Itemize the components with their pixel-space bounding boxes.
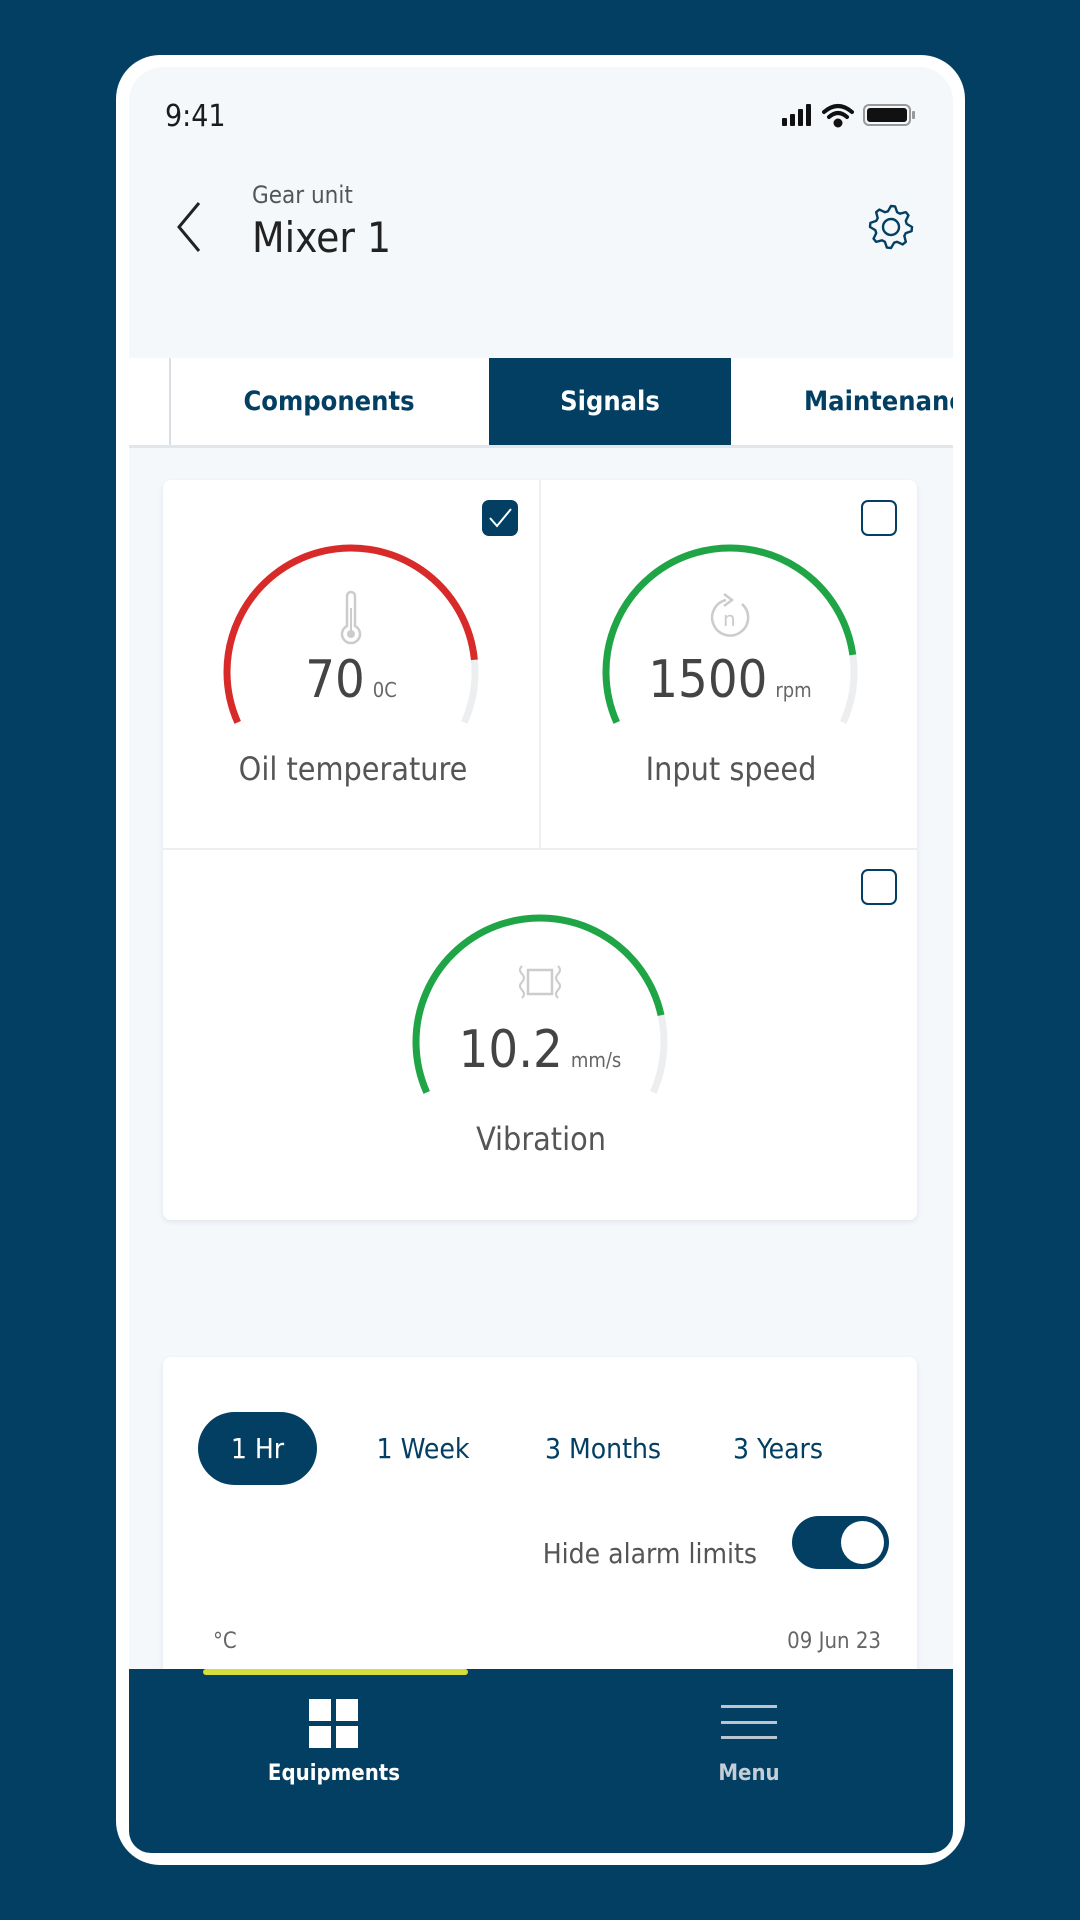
gear-icon[interactable] <box>866 202 916 252</box>
vibration-icon <box>519 965 561 999</box>
signal-unit: 0C <box>372 678 397 702</box>
y-axis-unit: °C <box>213 1629 237 1654</box>
signal-label: Input speed <box>645 750 817 788</box>
signals-card: 70 0C Oil temperature n 1500 rpm Input spe… <box>163 480 917 1220</box>
range-1week-button[interactable]: 1 Week <box>368 1412 478 1485</box>
range-3years-button[interactable]: 3 Years <box>718 1412 838 1485</box>
tab-components[interactable]: Components <box>171 358 487 445</box>
wifi-icon <box>822 104 854 128</box>
signal-label: Oil temperature <box>238 750 468 788</box>
range-1hr-button[interactable]: 1 Hr <box>198 1412 317 1485</box>
hide-alarm-toggle[interactable] <box>792 1516 889 1569</box>
tab-maintenance[interactable]: Maintenance <box>732 358 953 445</box>
signal-icon <box>782 104 811 126</box>
nav-menu[interactable]: Menu <box>609 1669 889 1853</box>
signal-label: Vibration <box>476 1120 606 1158</box>
grid-icon <box>309 1699 358 1748</box>
hamburger-menu-icon <box>721 1705 777 1739</box>
signal-value: 1500 <box>648 650 768 710</box>
bottom-nav: Equipments Menu <box>129 1669 953 1853</box>
signal-unit: rpm <box>775 678 812 702</box>
signal-value: 10.2 <box>458 1020 563 1080</box>
thermometer-icon <box>340 590 362 645</box>
nav-label: Equipments <box>267 1761 401 1786</box>
check-icon <box>489 508 512 528</box>
nav-label: Menu <box>718 1761 780 1786</box>
tab-label: Signals <box>560 386 660 417</box>
status-icons <box>782 104 915 128</box>
app-screen: 9:41 Gear unit Mixer 1 Components Signal… <box>129 67 953 1853</box>
tab-label: Maintenance <box>804 386 953 417</box>
checkbox-vibration[interactable] <box>861 869 897 905</box>
rotation-speed-icon: n <box>710 593 750 637</box>
tab-bar: Components Signals Maintenance <box>129 358 953 448</box>
signal-value: 70 <box>305 650 365 710</box>
header-subtitle: Gear unit <box>252 181 353 209</box>
checkbox-oil-temperature[interactable] <box>482 500 518 536</box>
battery-icon <box>863 104 915 126</box>
gauge-input-speed: n 1500 rpm <box>590 540 870 760</box>
checkbox-input-speed[interactable] <box>861 500 897 536</box>
page-title: Mixer 1 <box>252 213 391 262</box>
chart-date: 09 Jun 23 <box>787 1629 881 1654</box>
range-3months-button[interactable]: 3 Months <box>533 1412 673 1485</box>
tab-signals[interactable]: Signals <box>489 358 731 445</box>
back-chevron-icon[interactable] <box>169 197 209 257</box>
gauge-oil-temperature: 70 0C <box>211 540 491 760</box>
signal-unit: mm/s <box>570 1048 622 1072</box>
tab-label: Components <box>243 386 415 417</box>
hide-alarm-label: Hide alarm limits <box>542 1537 757 1570</box>
status-time: 9:41 <box>165 99 226 134</box>
svg-text:n: n <box>723 607 736 631</box>
gauge-vibration: 10.2 mm/s <box>400 910 680 1130</box>
nav-equipments[interactable]: Equipments <box>189 1669 479 1853</box>
toggle-knob <box>841 1521 884 1564</box>
